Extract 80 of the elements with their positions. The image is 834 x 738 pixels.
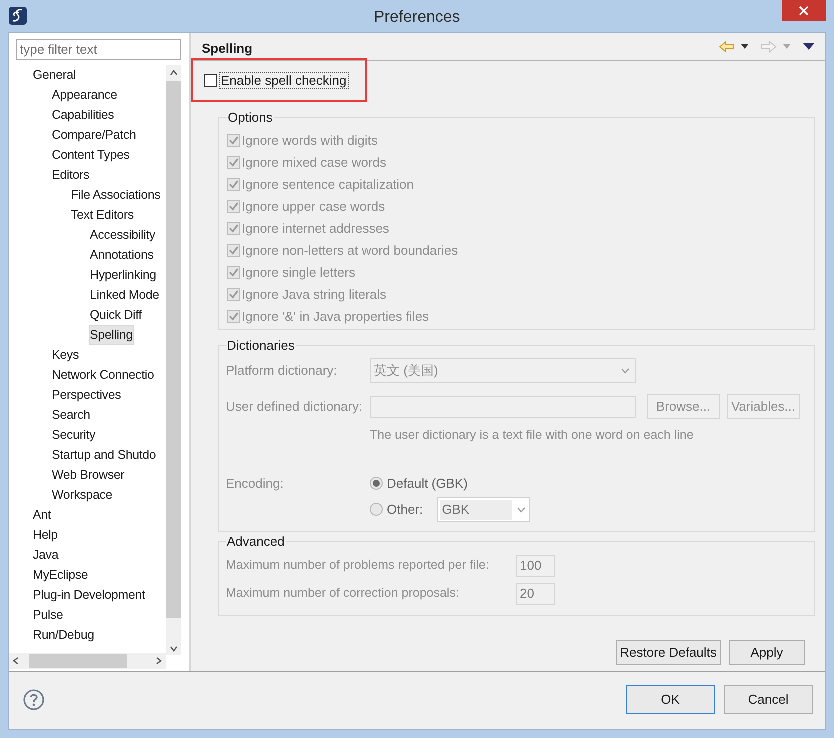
field-label: Platform dictionary: <box>226 362 338 380</box>
tree-item[interactable]: Content Types <box>51 145 131 165</box>
dictionary-path-field[interactable] <box>370 396 636 418</box>
checkmark-icon <box>228 246 238 255</box>
tree-item[interactable]: Compare/Patch <box>51 125 138 145</box>
page-button[interactable]: Restore Defaults <box>616 640 721 665</box>
filter-field[interactable]: type filter text <box>16 39 181 60</box>
checkmark-icon <box>228 290 238 299</box>
close-button[interactable] <box>782 0 826 21</box>
window-title: Preferences <box>374 8 460 28</box>
dropdown-value: GBK <box>440 500 512 520</box>
tree-item[interactable]: Keys <box>51 345 80 365</box>
checkmark-icon <box>228 268 238 277</box>
page-button[interactable]: Apply <box>729 640 805 665</box>
tree-item[interactable]: Quick Diff <box>89 305 143 325</box>
tree-item[interactable]: Search <box>51 405 92 425</box>
close-icon <box>799 6 809 16</box>
tree-item[interactable]: Help <box>32 525 59 545</box>
tree-item[interactable]: MyEclipse <box>32 565 90 585</box>
checkbox[interactable] <box>204 74 217 86</box>
tree-item[interactable]: Spelling <box>89 325 134 345</box>
scroll-left-icon <box>13 657 19 665</box>
tree-item[interactable]: General <box>32 65 78 85</box>
dropdown-value: 英文 (美国) <box>374 362 438 380</box>
radio-button[interactable] <box>370 503 383 516</box>
tree-item[interactable]: Network Connectio <box>51 365 156 385</box>
tree-item[interactable]: Pulse <box>32 605 64 625</box>
tree-item[interactable]: Java <box>32 545 60 565</box>
number-field[interactable]: 100 <box>516 554 555 576</box>
tree-item[interactable]: Plug-in Development <box>32 585 146 605</box>
encoding-dropdown[interactable]: GBK <box>437 497 530 522</box>
dialog-button[interactable]: OK <box>626 685 715 714</box>
tree-item[interactable]: Startup and Shutdo <box>51 445 158 465</box>
field-label: Maximum number of correction proposals: <box>226 585 460 602</box>
scroll-right-icon <box>156 657 162 665</box>
group-title: Dictionaries <box>226 337 296 355</box>
app-logo-icon <box>9 7 27 25</box>
checkmark-icon <box>228 158 238 167</box>
checkbox-label[interactable]: Enable spell checking <box>219 72 349 88</box>
dropdown-triangle-icon[interactable] <box>741 44 749 49</box>
forward-arrow-icon[interactable] <box>761 40 777 52</box>
number-field[interactable]: 20 <box>516 582 555 604</box>
tree-item[interactable]: File Associations <box>70 185 162 205</box>
checkmark-icon <box>228 224 238 233</box>
tree-item[interactable]: Linked Mode <box>89 285 160 305</box>
tree-item[interactable]: Annotations <box>89 245 155 265</box>
scroll-up-icon <box>170 70 178 76</box>
tree-item[interactable]: Capabilities <box>51 105 116 125</box>
checkmark-icon <box>228 202 238 211</box>
scroll-down-icon <box>170 646 178 652</box>
tree-item[interactable]: Text Editors <box>70 205 135 225</box>
horizontal-scrollbar[interactable] <box>9 653 166 669</box>
tree-item[interactable]: Editors <box>51 165 91 185</box>
tree-item[interactable]: Appearance <box>51 85 118 105</box>
tree-item[interactable]: Accessibility <box>89 225 156 245</box>
checkmark-icon <box>228 312 238 321</box>
tree-item[interactable]: Run/Debug <box>32 625 96 645</box>
tree-item[interactable]: Perspectives <box>51 385 122 405</box>
tree-item[interactable]: Ant <box>32 505 52 525</box>
radio-button[interactable] <box>370 477 383 490</box>
page-title: Spelling <box>202 40 253 58</box>
field-label: User defined dictionary: <box>226 398 364 416</box>
scroll-thumb[interactable] <box>28 654 126 668</box>
radio-label[interactable]: Default (GBK) <box>387 474 468 494</box>
checkmark-icon <box>228 136 238 145</box>
view-menu-icon[interactable] <box>803 43 815 50</box>
dialog-button[interactable]: Cancel <box>724 685 813 714</box>
help-icon[interactable] <box>23 688 45 710</box>
tree-item[interactable]: Hyperlinking <box>89 265 158 285</box>
tree-item[interactable]: Workspace <box>51 485 114 505</box>
field-label: Maximum number of problems reported per file: <box>226 557 490 574</box>
field-label: Encoding: <box>226 474 285 493</box>
tree-item[interactable]: Security <box>51 425 97 445</box>
checkmark-icon <box>228 180 238 189</box>
hint-text: The user dictionary is a text file with one word on each line <box>370 427 694 444</box>
group-title: Options <box>227 109 274 127</box>
back-arrow-icon[interactable] <box>719 40 735 52</box>
radio-label[interactable]: Other: <box>387 500 424 520</box>
group-title: Advanced <box>226 533 286 551</box>
tree-item[interactable]: Web Browser <box>51 465 126 485</box>
